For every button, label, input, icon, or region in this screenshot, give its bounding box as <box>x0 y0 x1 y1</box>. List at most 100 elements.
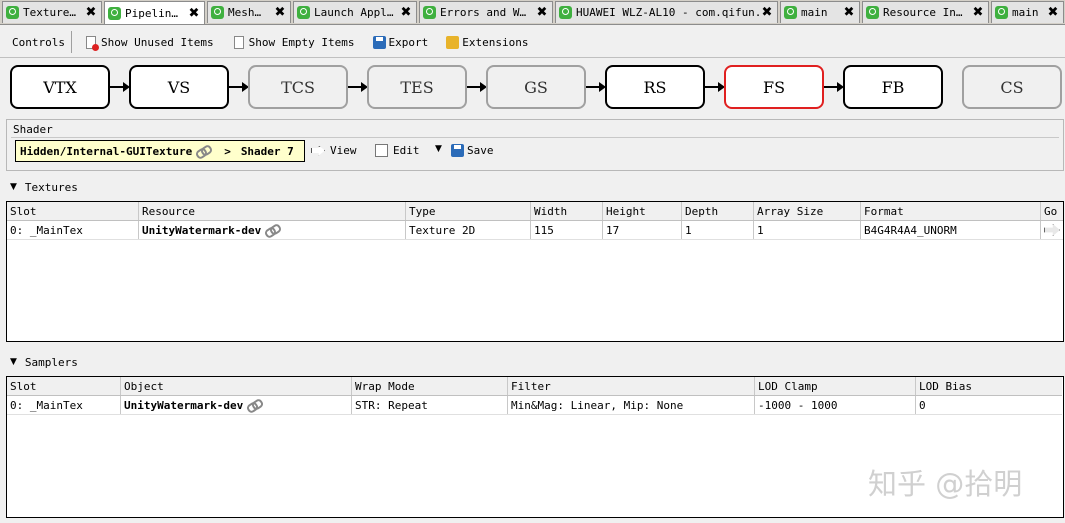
stage-cs[interactable]: CS <box>962 65 1062 109</box>
stage-rs[interactable]: RS <box>605 65 705 109</box>
tab-main-2[interactable]: main ✖ <box>991 1 1064 23</box>
samplers-title: Samplers <box>24 355 78 369</box>
close-icon[interactable]: ✖ <box>971 5 985 20</box>
column-header-slot[interactable]: Slot <box>7 202 139 220</box>
shader-path-field[interactable]: Hidden/Internal-GUITexture > Shader 7 <box>15 140 305 162</box>
show-unused-items-label: Show Unused Items <box>100 35 214 49</box>
arrow-right-icon <box>1044 224 1060 236</box>
edit-shader-button[interactable]: Edit <box>375 144 420 157</box>
stage-vs[interactable]: VS <box>129 65 229 109</box>
sampler-wrap-mode: STR: Repeat <box>352 396 508 414</box>
page-unused-icon <box>85 35 99 51</box>
close-icon[interactable]: ✖ <box>1046 5 1060 20</box>
column-header-array-size[interactable]: Array Size <box>754 202 861 220</box>
collapse-triangle-icon[interactable]: ▼ <box>10 182 17 192</box>
extensions-button[interactable]: Extensions <box>440 31 534 53</box>
tab-device-capture[interactable]: HUAWEI WLZ-AL10 - com.qifun.… ✖ <box>555 1 778 23</box>
column-header-wrap-mode[interactable]: Wrap Mode <box>352 377 508 395</box>
column-header-filter[interactable]: Filter <box>508 377 755 395</box>
texture-width: 115 <box>531 221 603 239</box>
sampler-lod-clamp: -1000 - 1000 <box>755 396 916 414</box>
column-header-type[interactable]: Type <box>406 202 531 220</box>
column-header-resource[interactable]: Resource <box>139 202 406 220</box>
column-header-height[interactable]: Height <box>603 202 682 220</box>
tab-label: HUAWEI WLZ-AL10 - com.qifun.… <box>576 6 760 19</box>
close-icon[interactable]: ✖ <box>760 5 774 20</box>
column-header-depth[interactable]: Depth <box>682 202 754 220</box>
stage-tcs[interactable]: TCS <box>248 65 348 109</box>
show-empty-items-label: Show Empty Items <box>248 35 355 49</box>
close-icon[interactable]: ✖ <box>535 5 549 20</box>
path-separator: > <box>224 144 231 158</box>
close-icon[interactable]: ✖ <box>399 5 413 20</box>
stage-fs[interactable]: FS <box>724 65 824 109</box>
stage-tes[interactable]: TES <box>367 65 467 109</box>
renderdoc-icon <box>6 6 19 19</box>
save-shader-button[interactable]: Save <box>451 144 494 157</box>
export-icon <box>372 35 386 49</box>
column-header-object[interactable]: Object <box>121 377 352 395</box>
tab-label: main <box>1012 6 1039 19</box>
show-unused-items-button[interactable]: Show Unused Items <box>78 31 220 53</box>
tab-pipeline-state[interactable]: Pipelin… ✖ <box>104 1 205 24</box>
column-header-lod-bias[interactable]: LOD Bias <box>916 377 1062 395</box>
renderdoc-icon <box>211 6 224 19</box>
texture-resource-name: UnityWatermark-dev <box>142 223 262 237</box>
textures-title: Textures <box>24 180 78 194</box>
close-icon[interactable]: ✖ <box>842 5 856 20</box>
tab-main-1[interactable]: main ✖ <box>780 1 860 23</box>
export-label: Export <box>388 35 429 49</box>
shader-group: Shader Hidden/Internal-GUITexture > Shad… <box>6 119 1064 171</box>
edit-dropdown-button[interactable]: ▼ <box>435 144 446 154</box>
save-label: Save <box>467 144 494 157</box>
column-header-lod-clamp[interactable]: LOD Clamp <box>755 377 916 395</box>
stage-arrow <box>705 82 725 92</box>
edit-label: Edit <box>393 144 420 157</box>
stage-vtx[interactable]: VTX <box>10 65 110 109</box>
textures-table: Slot Resource Type Width Height Depth Ar… <box>6 201 1064 342</box>
link-icon[interactable] <box>196 146 210 156</box>
renderdoc-icon <box>995 6 1008 19</box>
stage-arrow <box>229 82 249 92</box>
column-header-slot[interactable]: Slot <box>7 377 121 395</box>
watermark-text: 知乎 @拾明 <box>868 467 1023 501</box>
tab-errors-and-warnings[interactable]: Errors and W… ✖ <box>419 1 553 23</box>
export-button[interactable]: Export <box>367 31 435 53</box>
stage-arrow <box>110 82 130 92</box>
tab-label: main <box>801 6 828 19</box>
close-icon[interactable]: ✖ <box>84 5 98 20</box>
column-header-width[interactable]: Width <box>531 202 603 220</box>
edit-icon <box>375 144 388 157</box>
puzzle-icon <box>446 35 460 49</box>
tab-label: Pipelin… <box>125 6 178 20</box>
tab-launch-application[interactable]: Launch Appl… ✖ <box>293 1 417 23</box>
tab-mesh-viewer[interactable]: Mesh… ✖ <box>207 1 291 23</box>
show-empty-items-button[interactable]: Show Empty Items <box>226 31 361 53</box>
textures-header[interactable]: ▼ Textures <box>6 179 1064 195</box>
samplers-header[interactable]: ▼ Samplers <box>6 354 1064 370</box>
collapse-triangle-icon[interactable]: ▼ <box>10 357 17 367</box>
link-icon[interactable] <box>247 400 261 410</box>
column-header-go[interactable]: Go <box>1041 202 1063 220</box>
page-empty-icon <box>233 35 244 49</box>
tab-label: Texture… <box>23 6 76 19</box>
table-row[interactable]: 0: _MainTex UnityWatermark-dev STR: Repe… <box>7 396 1062 415</box>
table-header: Slot Resource Type Width Height Depth Ar… <box>7 202 1063 221</box>
sampler-filter: Min&Mag: Linear, Mip: None <box>508 396 755 414</box>
link-icon[interactable] <box>265 225 279 235</box>
close-icon[interactable]: ✖ <box>187 6 201 21</box>
renderdoc-icon <box>108 6 121 20</box>
go-button[interactable] <box>1041 221 1063 239</box>
table-row[interactable]: 0: _MainTex UnityWatermark-dev Texture 2… <box>7 221 1063 240</box>
divider <box>11 137 1059 138</box>
tab-texture-viewer[interactable]: Texture… ✖ <box>2 1 102 23</box>
renderdoc-icon <box>559 6 572 19</box>
stage-fb[interactable]: FB <box>843 65 943 109</box>
view-shader-button[interactable]: View <box>311 144 357 157</box>
texture-array-size: 1 <box>754 221 861 239</box>
close-icon[interactable]: ✖ <box>273 5 287 20</box>
shader-title: Shader <box>13 123 53 136</box>
tab-resource-inspector[interactable]: Resource In… ✖ <box>862 1 989 23</box>
column-header-format[interactable]: Format <box>861 202 1041 220</box>
stage-gs[interactable]: GS <box>486 65 586 109</box>
